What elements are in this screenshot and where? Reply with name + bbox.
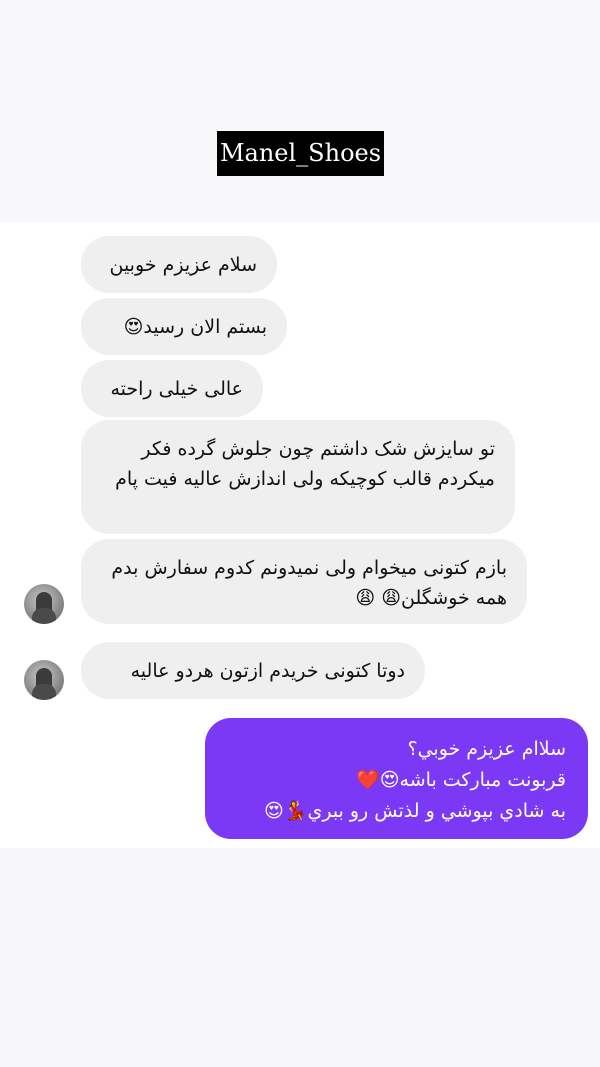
message-bubble-incoming: سلام عزیزم خوبین	[81, 236, 277, 293]
top-background	[0, 0, 600, 222]
message-bubble-incoming: عالی خیلی راحته	[81, 360, 263, 417]
avatar-figure-shoulders	[32, 684, 56, 700]
bottom-background	[0, 848, 600, 1067]
message-bubble-incoming: دوتا کتونی خریدم ازتون هردو عالیه	[81, 642, 425, 699]
sender-avatar[interactable]	[24, 660, 64, 700]
message-bubble-incoming: بستم الان رسید😍	[81, 298, 287, 355]
message-bubble-outgoing: سلاام عزیزم خوبي؟ قربونت مبارکت باشه😍❤️ …	[205, 718, 588, 839]
brand-title: Manel_Shoes	[217, 131, 384, 176]
message-bubble-incoming: تو سایزش شک داشتم چون جلوش گرده فکر میکر…	[81, 420, 515, 534]
sender-avatar[interactable]	[24, 584, 64, 624]
message-bubble-incoming: بازم کتونی میخوام ولی نمیدونم کدوم سفارش…	[81, 539, 527, 624]
avatar-figure-shoulders	[32, 608, 56, 624]
